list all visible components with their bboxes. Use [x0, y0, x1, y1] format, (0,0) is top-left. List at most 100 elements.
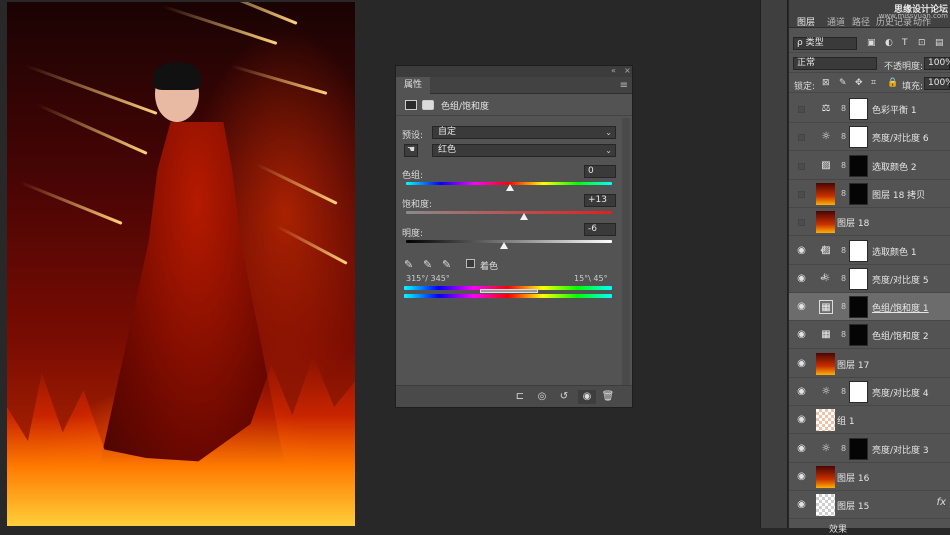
layer-mask-thumbnail[interactable] — [849, 296, 868, 319]
mask-icon[interactable] — [422, 100, 434, 110]
layer-name[interactable]: 选取颜色 1 — [872, 245, 917, 258]
view-previous-icon[interactable]: ◎ — [535, 390, 549, 404]
layer-thumbnail[interactable] — [816, 465, 835, 488]
layer-mask-thumbnail[interactable] — [849, 437, 868, 460]
close-icon[interactable]: × — [624, 66, 631, 75]
layer-row[interactable]: ◉ ↲ ▨ 8 选取颜色 1 — [789, 237, 950, 265]
mask-link-icon[interactable]: 8 — [841, 161, 847, 171]
lock-position-icon[interactable]: ✥ — [855, 78, 863, 88]
visibility-eye-icon[interactable]: ◉ — [795, 245, 808, 257]
balance-icon[interactable]: ⚖ — [819, 102, 833, 116]
selective-color-icon[interactable]: ▨ — [819, 159, 833, 173]
visibility-toggle[interactable] — [798, 134, 805, 142]
layer-effects-icon[interactable]: fx — [937, 497, 946, 508]
layer-thumbnail[interactable] — [816, 494, 835, 517]
mask-link-icon[interactable]: 8 — [841, 104, 847, 114]
lightness-slider-thumb[interactable] — [499, 242, 508, 249]
filter-adjustment-icon[interactable]: ◐ — [885, 38, 893, 48]
layer-row[interactable]: ▨ 8 选取颜色 2 — [789, 152, 950, 180]
fill-input[interactable]: 100% — [924, 77, 950, 90]
layer-name[interactable]: 色组/饱和度 2 — [872, 329, 929, 342]
lock-all-icon[interactable]: 🔒 — [887, 78, 898, 88]
sun-icon[interactable]: ☼ — [819, 130, 833, 144]
layer-row[interactable]: ◉ 图层 17 — [789, 350, 950, 378]
layer-mask-thumbnail[interactable] — [849, 267, 868, 290]
mask-link-icon[interactable]: 8 — [841, 444, 847, 454]
layer-mask-thumbnail[interactable] — [849, 154, 868, 177]
sun-icon[interactable]: ☼ — [819, 385, 833, 399]
lock-artboard-icon[interactable]: ⌗ — [871, 78, 876, 88]
layer-name[interactable]: 选取颜色 2 — [872, 160, 917, 173]
collapse-icon[interactable]: « — [611, 66, 616, 75]
channel-select[interactable]: 红色 ⌄ — [432, 144, 616, 157]
tab-paths[interactable]: 路径 — [852, 15, 870, 28]
layer-thumbnail[interactable] — [816, 211, 835, 234]
layer-row[interactable]: ◉ ☼ 8 亮度/对比度 3 — [789, 435, 950, 463]
eyedropper-minus-icon[interactable]: ✎ — [442, 258, 451, 271]
blend-mode-select[interactable]: 正常 — [793, 57, 877, 70]
visibility-eye-icon[interactable]: ◉ — [795, 414, 808, 426]
layer-mask-thumbnail[interactable] — [849, 239, 868, 262]
layer-name[interactable]: 图层 18 拷贝 — [872, 188, 925, 201]
layer-mask-thumbnail[interactable] — [849, 324, 868, 347]
visibility-eye-icon[interactable]: ◉ — [795, 273, 808, 285]
layer-thumbnail[interactable] — [816, 352, 835, 375]
panel-menu-icon[interactable]: ≡ — [620, 80, 628, 91]
layer-mask-thumbnail[interactable] — [849, 182, 868, 205]
panel-top-strip[interactable]: « × — [396, 66, 632, 77]
layer-mask-thumbnail[interactable] — [849, 126, 868, 149]
layer-row[interactable]: ◉ ▦ 8 色组/饱和度 1 — [789, 293, 950, 322]
document-canvas[interactable]: « × 属性 ≡ 色组/饱和度 预设: 自定 ⌄ ☚ 红色 ⌄ 色组: 0 饱和度: — [0, 0, 760, 528]
mask-link-icon[interactable]: 8 — [841, 274, 847, 284]
clip-to-layer-icon[interactable]: ⊏ — [513, 390, 527, 404]
visibility-eye-icon[interactable]: ◉ — [795, 499, 808, 511]
layer-name[interactable]: 图层 18 — [837, 216, 869, 229]
properties-scrollbar[interactable] — [622, 118, 630, 393]
hue-sat-icon[interactable]: ▦ — [819, 300, 833, 315]
layer-row[interactable]: 图层 18 — [789, 208, 950, 237]
layer-name[interactable]: 色彩平衡 1 — [872, 103, 917, 116]
visibility-eye-icon[interactable]: ◉ — [795, 386, 808, 398]
tab-properties[interactable]: 属性 — [396, 77, 431, 94]
visibility-eye-icon[interactable]: ◉ — [795, 443, 808, 455]
tab-channels[interactable]: 通道 — [827, 15, 845, 28]
layer-name[interactable]: 图层 16 — [837, 471, 869, 484]
visibility-eye-icon[interactable]: ◉ — [795, 358, 808, 370]
delete-icon[interactable]: 🗑 — [601, 390, 615, 404]
layer-kind-filter[interactable]: ρ 类型 — [793, 37, 857, 50]
mask-link-icon[interactable]: 8 — [841, 132, 847, 142]
layer-mask-thumbnail[interactable] — [849, 98, 868, 120]
hue-slider-thumb[interactable] — [506, 184, 514, 191]
selective-color-icon[interactable]: ▨ — [819, 244, 833, 258]
sun-icon[interactable]: ☼ — [819, 442, 833, 456]
opacity-input[interactable]: 100% — [924, 57, 950, 70]
hue-value-input[interactable]: 0 — [584, 165, 616, 178]
lock-pixels-icon[interactable]: ✎ — [839, 78, 847, 88]
lock-transparent-icon[interactable]: ⊠ — [822, 78, 830, 88]
hue-sat-icon[interactable]: ▦ — [819, 328, 833, 342]
layer-name[interactable]: 图层 15 — [837, 499, 869, 512]
visibility-eye-icon[interactable]: ◉ — [578, 390, 596, 404]
saturation-slider-track[interactable] — [406, 211, 612, 214]
targeted-adjustment-hand-icon[interactable]: ☚ — [404, 144, 418, 157]
layer-mask-thumbnail[interactable] — [849, 381, 868, 403]
filter-smart-object-icon[interactable]: ▤ — [935, 38, 944, 48]
lightness-slider-track[interactable] — [406, 240, 612, 243]
visibility-toggle[interactable] — [798, 190, 805, 198]
visibility-eye-icon[interactable]: ◉ — [795, 329, 808, 341]
visibility-toggle[interactable] — [798, 219, 805, 227]
layer-thumbnail[interactable] — [816, 409, 835, 432]
sun-icon[interactable]: ☼ — [819, 272, 833, 286]
layer-name[interactable]: 色组/饱和度 1 — [872, 301, 929, 314]
mask-link-icon[interactable]: 8 — [841, 302, 847, 312]
preset-select[interactable]: 自定 ⌄ — [432, 126, 616, 139]
color-range-selector[interactable] — [480, 289, 538, 293]
layer-row[interactable]: ◉ ☼ 8 亮度/对比度 4 — [789, 378, 950, 406]
layer-row[interactable]: 8 图层 18 拷贝 — [789, 180, 950, 208]
eyedropper-icon[interactable]: ✎ — [404, 258, 413, 271]
visibility-eye-icon[interactable]: ◉ — [795, 301, 808, 313]
filter-type-icon[interactable]: T — [902, 38, 908, 48]
layer-name[interactable]: 组 1 — [837, 414, 855, 427]
saturation-slider-thumb[interactable] — [519, 213, 528, 220]
mask-link-icon[interactable]: 8 — [841, 189, 847, 199]
